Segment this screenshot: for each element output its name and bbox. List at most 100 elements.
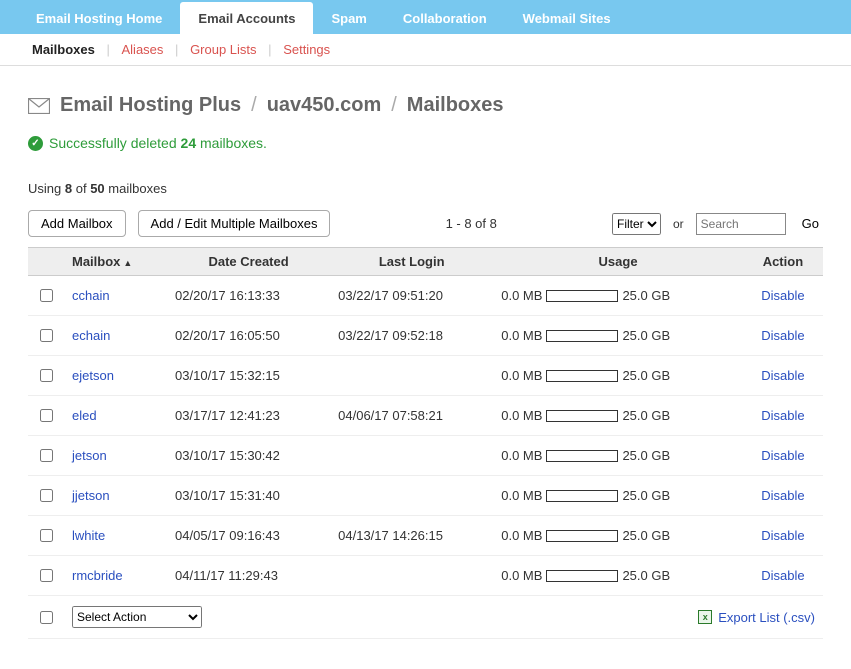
sort-asc-icon: ▲ bbox=[123, 258, 132, 268]
quota-line: Using 8 of 50 mailboxes bbox=[28, 181, 823, 196]
cell-last-login: 03/22/17 09:51:20 bbox=[330, 276, 493, 316]
breadcrumb-domain: uav450.com bbox=[267, 94, 382, 117]
usage-bar bbox=[546, 370, 618, 382]
mailbox-link[interactable]: ejetson bbox=[72, 368, 114, 383]
breadcrumb-product: Email Hosting Plus bbox=[60, 94, 241, 117]
cell-usage: 0.0 MB25.0 GB bbox=[493, 396, 743, 436]
table-row: jetson03/10/17 15:30:420.0 MB25.0 GBDisa… bbox=[28, 436, 823, 476]
usage-bar bbox=[546, 330, 618, 342]
disable-link[interactable]: Disable bbox=[761, 408, 804, 423]
table-row: echain 02/20/17 16:05:5003/22/17 09:52:18… bbox=[28, 316, 823, 356]
quota-total: 50 bbox=[90, 181, 104, 196]
col-date-created[interactable]: Date Created bbox=[167, 248, 330, 276]
search-input[interactable] bbox=[696, 213, 786, 235]
cell-date-created: 03/10/17 15:31:40 bbox=[167, 476, 330, 516]
cell-usage: 0.0 MB25.0 GB bbox=[493, 516, 743, 556]
row-checkbox[interactable] bbox=[40, 289, 53, 302]
cell-last-login: 04/06/17 07:58:21 bbox=[330, 396, 493, 436]
subnav-settings[interactable]: Settings bbox=[281, 42, 332, 57]
mailbox-link[interactable]: lwhite bbox=[72, 528, 105, 543]
table-row: eled 03/17/17 12:41:2304/06/17 07:58:210.… bbox=[28, 396, 823, 436]
sub-nav: Mailboxes | Aliases | Group Lists | Sett… bbox=[0, 34, 851, 66]
top-nav: Email Hosting Home Email Accounts Spam C… bbox=[0, 0, 851, 34]
tab-webmail-sites[interactable]: Webmail Sites bbox=[505, 2, 629, 34]
mailbox-link[interactable]: rmcbride bbox=[72, 568, 123, 583]
add-mailbox-button[interactable]: Add Mailbox bbox=[28, 210, 126, 237]
cell-last-login bbox=[330, 356, 493, 396]
disable-link[interactable]: Disable bbox=[761, 328, 804, 343]
table-footer: Select Action x Export List (.csv) bbox=[28, 596, 823, 639]
col-mailbox[interactable]: Mailbox▲ bbox=[64, 248, 167, 276]
subnav-aliases[interactable]: Aliases bbox=[120, 42, 166, 57]
cell-usage: 0.0 MB25.0 GB bbox=[493, 356, 743, 396]
content-area: Email Hosting Plus / uav450.com / Mailbo… bbox=[0, 66, 851, 669]
cell-date-created: 02/20/17 16:13:33 bbox=[167, 276, 330, 316]
row-checkbox[interactable] bbox=[40, 369, 53, 382]
col-last-login[interactable]: Last Login bbox=[330, 248, 493, 276]
tab-email-hosting-home[interactable]: Email Hosting Home bbox=[18, 2, 180, 34]
filter-select[interactable]: Filter bbox=[612, 213, 661, 235]
mailbox-link[interactable]: jetson bbox=[72, 448, 107, 463]
subnav-mailboxes[interactable]: Mailboxes bbox=[30, 42, 97, 57]
subnav-group-lists[interactable]: Group Lists bbox=[188, 42, 258, 57]
col-checkbox bbox=[28, 248, 64, 276]
tab-spam[interactable]: Spam bbox=[313, 2, 384, 34]
row-checkbox[interactable] bbox=[40, 409, 53, 422]
disable-link[interactable]: Disable bbox=[761, 488, 804, 503]
excel-icon: x bbox=[698, 610, 712, 624]
row-checkbox[interactable] bbox=[40, 569, 53, 582]
cell-date-created: 03/10/17 15:32:15 bbox=[167, 356, 330, 396]
usage-bar bbox=[546, 570, 618, 582]
row-checkbox[interactable] bbox=[40, 489, 53, 502]
disable-link[interactable]: Disable bbox=[761, 528, 804, 543]
usage-bar bbox=[546, 450, 618, 462]
row-checkbox[interactable] bbox=[40, 529, 53, 542]
cell-date-created: 03/17/17 12:41:23 bbox=[167, 396, 330, 436]
breadcrumb-section: Mailboxes bbox=[407, 94, 504, 117]
export-list-link[interactable]: x Export List (.csv) bbox=[698, 610, 815, 625]
cell-last-login bbox=[330, 476, 493, 516]
mailbox-table: Mailbox▲ Date Created Last Login Usage A… bbox=[28, 247, 823, 639]
row-checkbox[interactable] bbox=[40, 329, 53, 342]
page-range: 1 - 8 of 8 bbox=[342, 216, 600, 231]
cell-date-created: 03/10/17 15:30:42 bbox=[167, 436, 330, 476]
mailbox-link[interactable]: cchain bbox=[72, 288, 110, 303]
cell-last-login bbox=[330, 436, 493, 476]
alert-prefix: Successfully deleted bbox=[49, 135, 177, 151]
alert-count: 24 bbox=[181, 135, 197, 151]
bulk-action-select[interactable]: Select Action bbox=[72, 606, 202, 628]
go-button[interactable]: Go bbox=[798, 213, 823, 234]
col-action: Action bbox=[743, 248, 823, 276]
tab-collaboration[interactable]: Collaboration bbox=[385, 2, 505, 34]
table-row: ejetson 03/10/17 15:32:15 0.0 MB25.0 GB Dis… bbox=[28, 356, 823, 396]
quota-used: 8 bbox=[65, 181, 72, 196]
select-all-checkbox[interactable] bbox=[40, 611, 53, 624]
cell-last-login: 03/22/17 09:52:18 bbox=[330, 316, 493, 356]
cell-date-created: 02/20/17 16:05:50 bbox=[167, 316, 330, 356]
cell-date-created: 04/11/17 11:29:43 bbox=[167, 556, 330, 596]
usage-bar bbox=[546, 530, 618, 542]
tab-email-accounts[interactable]: Email Accounts bbox=[180, 2, 313, 34]
disable-link[interactable]: Disable bbox=[761, 368, 804, 383]
usage-bar bbox=[546, 490, 618, 502]
table-row: rmcbride 04/11/17 11:29:43 0.0 MB25.0 GB Di… bbox=[28, 556, 823, 596]
mail-icon bbox=[28, 98, 50, 114]
cell-usage: 0.0 MB25.0 GB bbox=[493, 556, 743, 596]
cell-date-created: 04/05/17 09:16:43 bbox=[167, 516, 330, 556]
mailbox-link[interactable]: jjetson bbox=[72, 488, 110, 503]
disable-link[interactable]: Disable bbox=[761, 288, 804, 303]
mailbox-link[interactable]: eled bbox=[72, 408, 97, 423]
or-label: or bbox=[673, 217, 684, 231]
alert-suffix: mailboxes. bbox=[200, 135, 267, 151]
col-usage[interactable]: Usage bbox=[493, 248, 743, 276]
success-alert: Successfully deleted 24 mailboxes. bbox=[28, 135, 823, 151]
disable-link[interactable]: Disable bbox=[761, 448, 804, 463]
table-row: lwhite 04/05/17 09:16:4304/13/17 14:26:15… bbox=[28, 516, 823, 556]
check-circle-icon bbox=[28, 136, 43, 151]
breadcrumb: Email Hosting Plus / uav450.com / Mailbo… bbox=[28, 94, 823, 117]
row-checkbox[interactable] bbox=[40, 449, 53, 462]
disable-link[interactable]: Disable bbox=[761, 568, 804, 583]
add-edit-multiple-button[interactable]: Add / Edit Multiple Mailboxes bbox=[138, 210, 331, 237]
mailbox-link[interactable]: echain bbox=[72, 328, 110, 343]
cell-last-login: 04/13/17 14:26:15 bbox=[330, 516, 493, 556]
